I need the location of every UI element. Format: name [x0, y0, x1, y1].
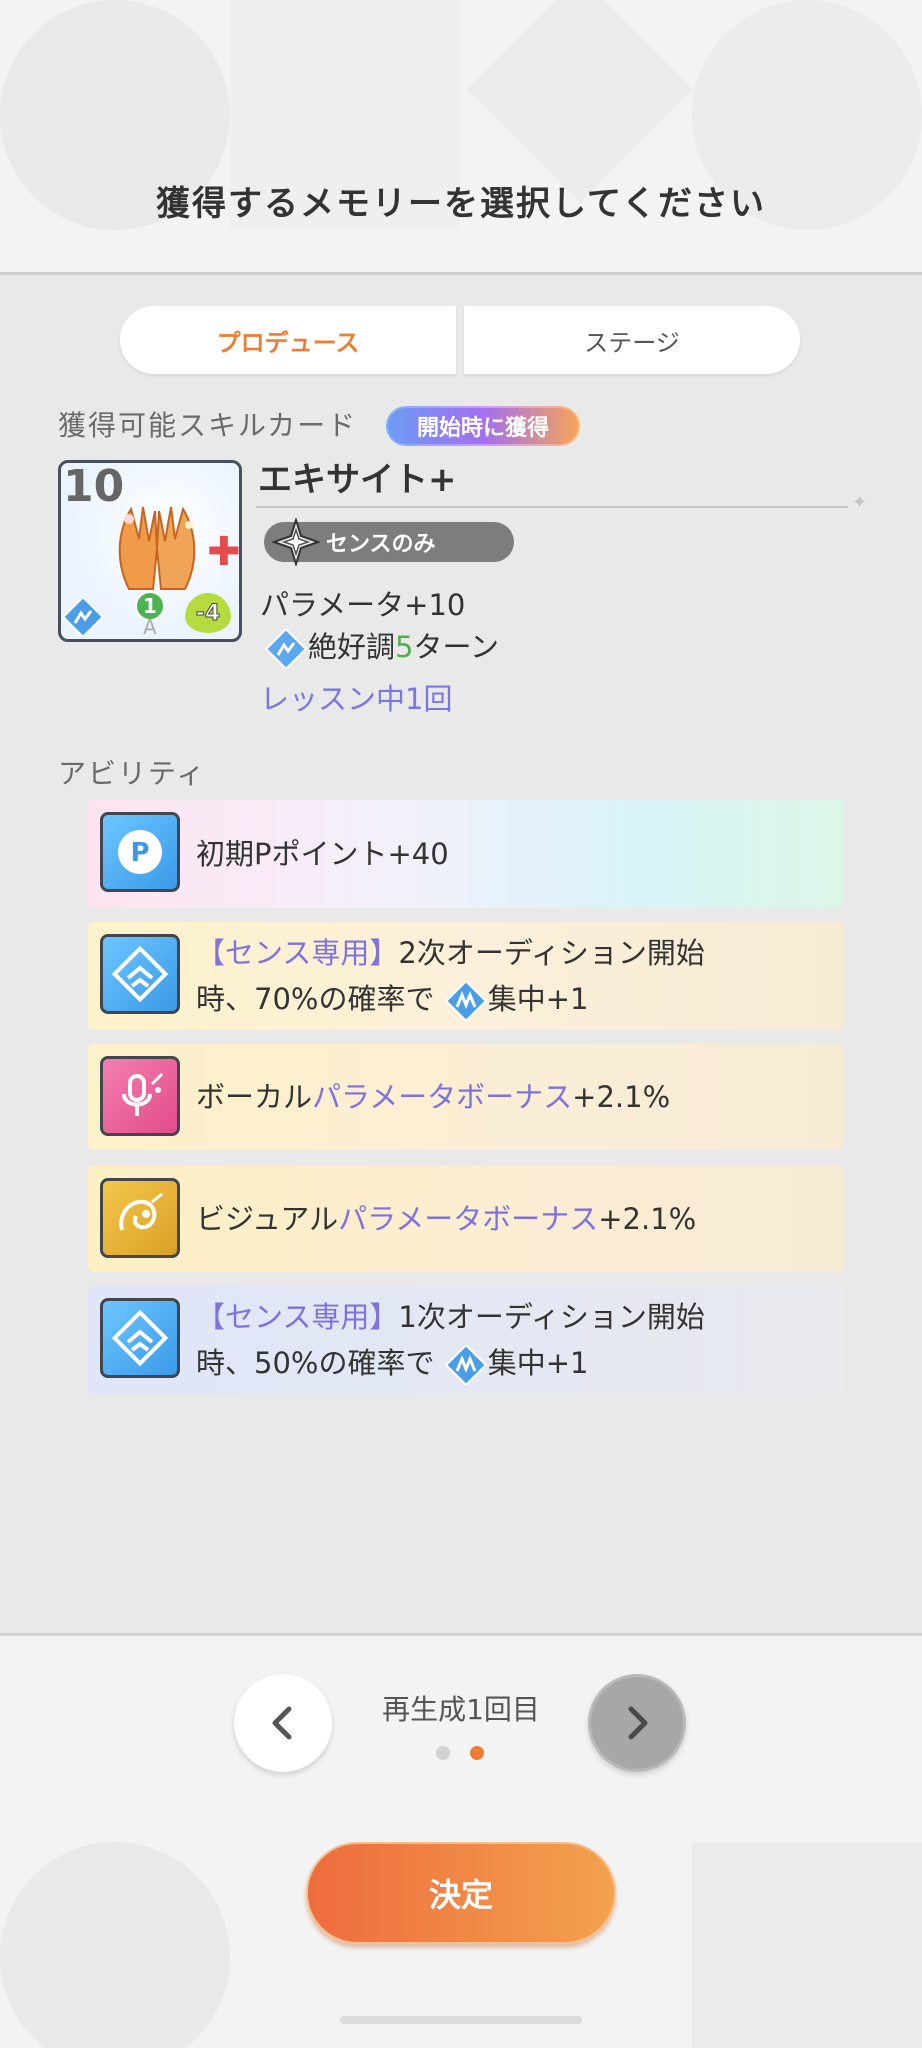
- ability-row[interactable]: 【センス専用】1次オーディション開始 時、50%の確率で 集中+1: [88, 1286, 844, 1394]
- sense-only-highlight: 【センス専用】: [196, 1300, 399, 1334]
- skill-card-name: エキサイト+: [258, 460, 457, 500]
- ability-prefix: ボーカル: [196, 1080, 313, 1114]
- tab-stage[interactable]: ステージ: [464, 306, 800, 374]
- ability-text: ボーカルパラメータボーナス+2.1%: [196, 1074, 832, 1120]
- ability-text-a: 2次オーディション開始: [398, 936, 705, 970]
- card-rank: A: [143, 615, 157, 639]
- ability-row[interactable]: ビジュアルパラメータボーナス+2.1%: [88, 1166, 844, 1272]
- sense-type-icon: [63, 597, 103, 637]
- skill-section-label: 獲得可能スキルカード: [58, 409, 358, 442]
- divider: [256, 506, 848, 508]
- home-indicator[interactable]: [340, 2016, 582, 2024]
- next-button[interactable]: [588, 1674, 686, 1772]
- prev-button[interactable]: [234, 1674, 332, 1772]
- visual-icon: [100, 1178, 180, 1258]
- page-title: 獲得するメモリーを選択してください: [156, 184, 766, 224]
- good-condition-icon: [264, 629, 308, 669]
- chevron-right-icon: [628, 1706, 648, 1740]
- hands-illustration: [118, 506, 196, 590]
- stamina-heart-icon: -4: [185, 593, 231, 633]
- badge-label: 開始時に獲得: [388, 408, 578, 444]
- sense-only-label: センスのみ: [326, 532, 436, 557]
- bg-decor-circle: [0, 1842, 230, 2048]
- ability-row[interactable]: 【センス専用】2次オーディション開始 時、70%の確率で 集中+1: [88, 922, 844, 1030]
- ability-suffix: +2.1%: [572, 1080, 671, 1114]
- effect-buff: 絶好調5ターン: [264, 624, 499, 669]
- sense-only-tag: センスのみ: [264, 518, 514, 566]
- sense-diamond-icon: [100, 934, 180, 1014]
- ability-text-a: 1次オーディション開始: [398, 1300, 705, 1334]
- param-bonus-highlight: パラメータボーナス: [338, 1202, 599, 1236]
- regeneration-count: 再生成1回目: [382, 1693, 540, 1726]
- effect-lesson-limit: レッスン中1回: [260, 682, 453, 716]
- focus-icon: [444, 981, 487, 1021]
- p-point-icon: P: [100, 812, 180, 892]
- effect-param-prefix: パラメータ+: [260, 588, 429, 622]
- tab-produce[interactable]: プロデュース: [120, 306, 456, 374]
- confirm-button[interactable]: 決定: [306, 1842, 616, 1944]
- ability-text: ビジュアルパラメータボーナス+2.1%: [196, 1196, 832, 1242]
- ability-text: 【センス専用】2次オーディション開始 時、70%の確率で 集中+1: [196, 930, 832, 1022]
- ability-prefix: ビジュアル: [196, 1202, 339, 1236]
- acquire-at-start-badge: 開始時に獲得: [386, 406, 580, 446]
- buff-name: 絶好調: [308, 630, 396, 664]
- sense-only-highlight: 【センス専用】: [196, 936, 399, 970]
- ability-row[interactable]: P 初期Pポイント+40: [88, 800, 844, 908]
- buff-label: 集中+1: [487, 982, 589, 1016]
- sense-star-icon: [272, 518, 320, 566]
- page-dot-1[interactable]: [436, 1746, 450, 1760]
- ability-section-label: アビリティ: [58, 757, 207, 790]
- bg-decor-square: [692, 1842, 922, 2048]
- ability-row[interactable]: ボーカルパラメータボーナス+2.1%: [88, 1044, 844, 1150]
- ability-suffix: +2.1%: [598, 1202, 697, 1236]
- buff-turns: 5: [395, 630, 414, 664]
- sense-diamond-icon: [100, 1298, 180, 1378]
- plus-mark-icon: ✚: [207, 529, 241, 575]
- svg-text:P: P: [130, 838, 149, 868]
- sparkle-icon: ✦: [852, 492, 868, 513]
- ability-text: 初期Pポイント+40: [196, 837, 449, 871]
- ability-text-b: 時、70%の確率で: [196, 982, 435, 1016]
- effect-param-value: 10: [428, 588, 466, 622]
- param-bonus-highlight: パラメータボーナス: [312, 1080, 573, 1114]
- skill-card-art[interactable]: 10 ✚ 1 -4 A: [58, 460, 242, 642]
- chevron-left-icon: [272, 1706, 292, 1740]
- focus-icon: [444, 1345, 487, 1385]
- tab-bar: プロデュース ステージ: [120, 306, 802, 374]
- ability-text-b: 時、50%の確率で: [196, 1346, 435, 1380]
- effect-parameter: パラメータ+10: [260, 582, 465, 624]
- page-dot-2-active[interactable]: [470, 1746, 484, 1760]
- ability-text: 【センス専用】1次オーディション開始 時、50%の確率で 集中+1: [196, 1294, 832, 1386]
- vocal-mic-icon: [100, 1056, 180, 1136]
- buff-label: 集中+1: [487, 1346, 589, 1380]
- buff-suffix: ターン: [413, 630, 500, 664]
- bg-decor-diamond: [466, 0, 694, 204]
